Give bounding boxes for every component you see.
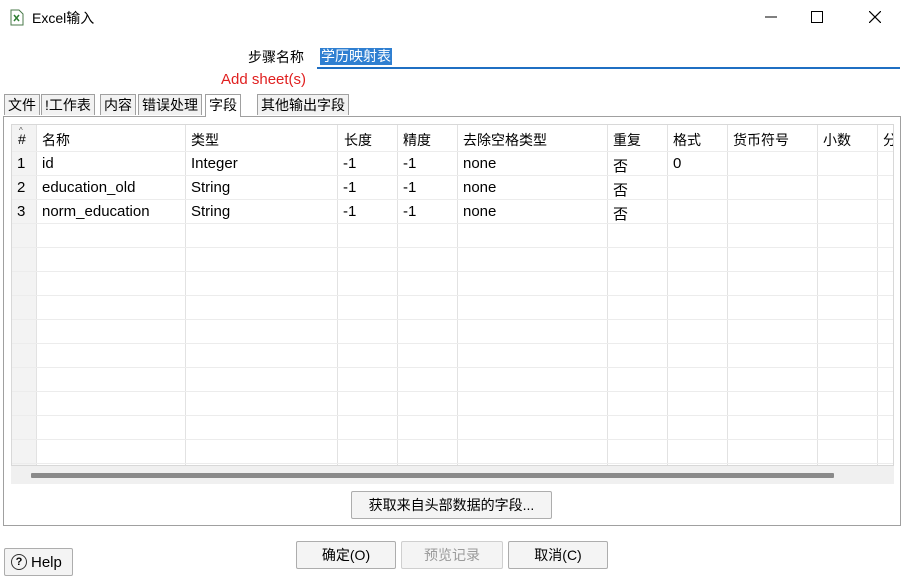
add-sheet-warning: Add sheet(s) (221, 71, 307, 88)
cell-trim-type[interactable]: none (463, 203, 496, 220)
row-index: 1 (17, 155, 26, 172)
cell-format[interactable]: 0 (673, 155, 681, 172)
tab-file[interactable]: 文件 (4, 94, 40, 115)
tab-content[interactable]: 内容 (100, 94, 136, 115)
get-fields-button[interactable]: 获取来自头部数据的字段... (351, 491, 552, 519)
cell-type[interactable]: String (191, 203, 230, 220)
help-label: Help (31, 553, 62, 571)
horizontal-scrollbar[interactable] (11, 466, 894, 484)
cell-repeat[interactable]: 否 (613, 203, 628, 224)
header-precision[interactable]: 精度 (403, 130, 431, 150)
cell-trim-type[interactable]: none (463, 179, 496, 196)
cell-length[interactable]: -1 (343, 203, 356, 220)
help-button[interactable]: ? Help (4, 548, 73, 576)
cell-precision[interactable]: -1 (403, 203, 416, 220)
header-group[interactable]: 分 (883, 130, 893, 150)
window-title: Excel输入 (32, 10, 95, 26)
help-icon: ? (11, 554, 27, 570)
tab-error-handling[interactable]: 错误处理 (138, 94, 202, 115)
row-index: 2 (17, 179, 26, 196)
maximize-icon (811, 11, 823, 23)
header-repeat[interactable]: 重复 (613, 130, 641, 150)
cell-name[interactable]: id (42, 155, 54, 172)
title-bar: Excel输入 (0, 0, 904, 34)
row-index: 3 (17, 203, 26, 220)
step-name-value: 学历映射表 (320, 48, 392, 65)
step-name-label: 步骤名称 (248, 49, 304, 65)
cell-type[interactable]: String (191, 179, 230, 196)
header-type[interactable]: 类型 (191, 130, 219, 150)
cell-length[interactable]: -1 (343, 155, 356, 172)
minimize-icon (765, 16, 777, 18)
header-trim-type[interactable]: 去除空格类型 (463, 130, 547, 150)
cell-repeat[interactable]: 否 (613, 179, 628, 200)
minimize-button[interactable] (748, 0, 794, 34)
cell-type[interactable]: Integer (191, 155, 238, 172)
header-length[interactable]: 长度 (344, 130, 372, 150)
tab-fields[interactable]: 字段 (205, 94, 241, 117)
cell-name[interactable]: norm_education (42, 203, 150, 220)
header-format[interactable]: 格式 (673, 130, 701, 150)
cell-trim-type[interactable]: none (463, 155, 496, 172)
step-name-input[interactable]: 学历映射表 (317, 45, 900, 69)
tab-other-output-fields[interactable]: 其他输出字段 (257, 94, 349, 115)
tab-worksheet[interactable]: !工作表 (41, 94, 95, 115)
close-icon (869, 11, 881, 23)
header-index[interactable]: # (18, 131, 26, 147)
excel-input-icon (10, 9, 24, 26)
cell-precision[interactable]: -1 (403, 155, 416, 172)
maximize-button[interactable] (794, 0, 840, 34)
cell-precision[interactable]: -1 (403, 179, 416, 196)
header-name[interactable]: 名称 (42, 130, 70, 150)
ok-button[interactable]: 确定(O) (296, 541, 396, 569)
cell-repeat[interactable]: 否 (613, 155, 628, 176)
preview-button[interactable]: 预览记录 (401, 541, 503, 569)
scrollbar-thumb[interactable] (31, 473, 834, 478)
header-currency[interactable]: 货币符号 (733, 130, 789, 150)
fields-table[interactable]: ^ # 名称 类型 长度 精度 去除空格类型 重复 格式 货币符号 小数 分 1… (11, 124, 894, 466)
header-decimal[interactable]: 小数 (823, 130, 851, 150)
close-button[interactable] (852, 0, 898, 34)
cell-name[interactable]: education_old (42, 179, 135, 196)
cancel-button[interactable]: 取消(C) (508, 541, 608, 569)
cell-length[interactable]: -1 (343, 179, 356, 196)
